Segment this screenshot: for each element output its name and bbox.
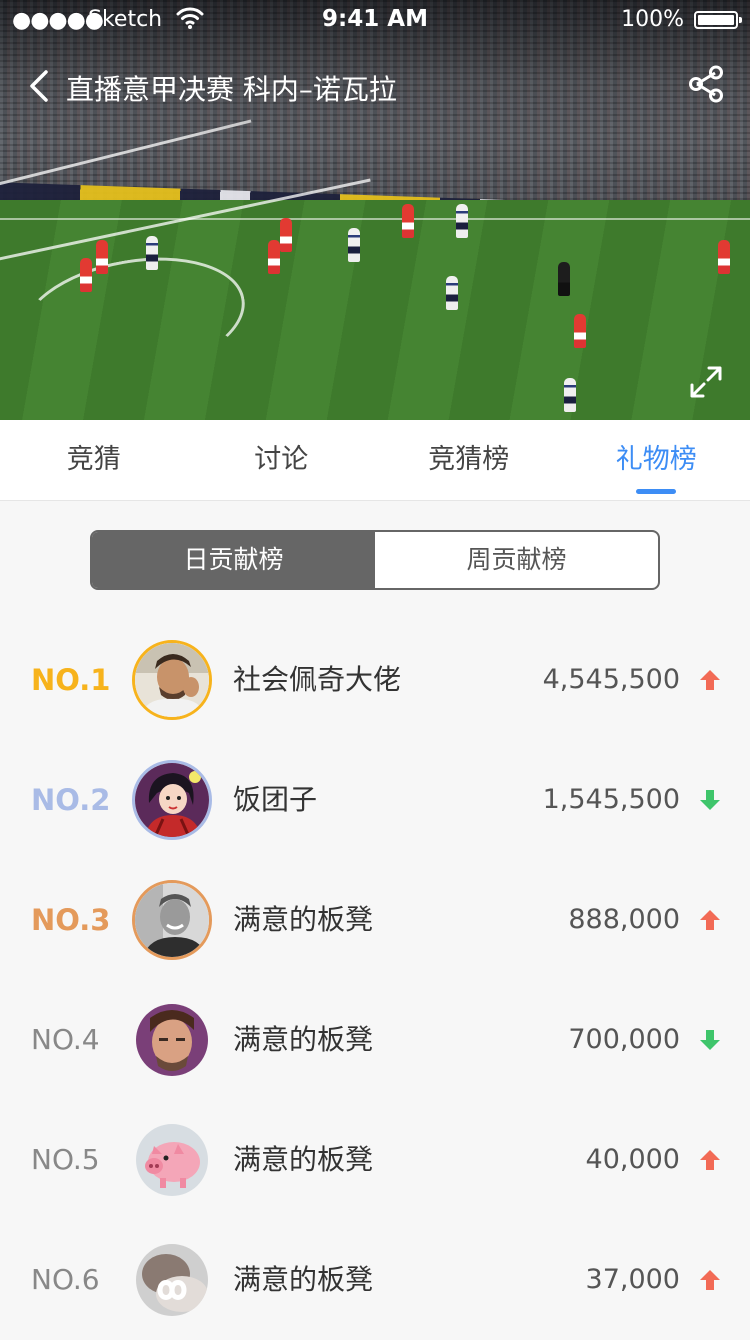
trend-up-icon [698, 1148, 722, 1172]
tab-discussion[interactable]: 讨论 [188, 420, 376, 500]
user-name: 满意的板凳 [233, 1220, 373, 1340]
tab-label: 竞猜榜 [428, 444, 509, 475]
rank-label: NO.6 [31, 1220, 100, 1340]
tab-label: 讨论 [254, 444, 308, 475]
nav-bar: 直播意甲决赛 科内–诺瓦拉 [0, 58, 750, 114]
battery-icon [694, 11, 738, 29]
page-title: 直播意甲决赛 科内–诺瓦拉 [66, 68, 397, 108]
list-item[interactable]: NO.2 饭团子 1,545,500 [0, 740, 750, 860]
list-item[interactable]: NO.6 满意的板凳 37,000 [0, 1220, 750, 1340]
tab-gift-ranking[interactable]: 礼物榜 [563, 420, 750, 500]
active-tab-indicator [636, 489, 676, 494]
fullscreen-icon[interactable] [688, 364, 724, 400]
gift-score: 37,000 [586, 1220, 680, 1340]
avatar [136, 1244, 208, 1316]
video-player[interactable]: ●●●●● Sketch 9:41 AM 100% 直播意甲决赛 科内–诺瓦拉 [0, 0, 750, 420]
rank-label: NO.3 [31, 860, 110, 980]
battery-percentage: 100% [621, 7, 684, 32]
avatar [136, 1004, 208, 1076]
user-name: 满意的板凳 [233, 980, 373, 1100]
gift-score: 888,000 [568, 860, 680, 980]
back-arrow-icon[interactable] [24, 66, 60, 106]
share-icon[interactable] [686, 64, 726, 104]
tab-bar: 竞猜 讨论 竞猜榜 礼物榜 [0, 420, 750, 501]
rank-label: NO.1 [31, 620, 110, 740]
tab-guess[interactable]: 竞猜 [0, 420, 188, 500]
tab-guess-ranking[interactable]: 竞猜榜 [375, 420, 563, 500]
rank-label: NO.5 [31, 1100, 100, 1220]
user-name: 社会佩奇大佬 [233, 620, 401, 740]
list-item[interactable]: NO.4 满意的板凳 700,000 [0, 980, 750, 1100]
avatar [136, 1124, 208, 1196]
gift-ranking-list: NO.1 社会佩奇大佬 4,545,500 NO.2 [0, 620, 750, 1340]
trend-up-icon [698, 1268, 722, 1292]
football-pitch [0, 200, 750, 420]
ranking-period-segment: 日贡献榜 周贡献榜 [90, 530, 660, 590]
segment-daily[interactable]: 日贡献榜 [92, 532, 375, 588]
avatar [132, 640, 212, 720]
trend-down-icon [698, 1028, 722, 1052]
tab-label: 礼物榜 [616, 444, 697, 475]
segment-weekly[interactable]: 周贡献榜 [375, 532, 658, 588]
user-name: 满意的板凳 [233, 1100, 373, 1220]
trend-up-icon [698, 908, 722, 932]
rank-label: NO.2 [31, 740, 110, 860]
tab-label: 竞猜 [67, 444, 121, 475]
rank-label: NO.4 [31, 980, 100, 1100]
gift-score: 4,545,500 [543, 620, 680, 740]
status-bar: ●●●●● Sketch 9:41 AM 100% [0, 0, 750, 40]
trend-down-icon [698, 788, 722, 812]
gift-score: 700,000 [568, 980, 680, 1100]
user-name: 满意的板凳 [233, 860, 373, 980]
gift-score: 40,000 [586, 1100, 680, 1220]
avatar [132, 760, 212, 840]
list-item[interactable]: NO.5 满意的板凳 40,000 [0, 1100, 750, 1220]
list-item[interactable]: NO.1 社会佩奇大佬 4,545,500 [0, 620, 750, 740]
gift-score: 1,545,500 [543, 740, 680, 860]
list-item[interactable]: NO.3 满意的板凳 888,000 [0, 860, 750, 980]
user-name: 饭团子 [233, 740, 317, 860]
avatar [132, 880, 212, 960]
trend-up-icon [698, 668, 722, 692]
